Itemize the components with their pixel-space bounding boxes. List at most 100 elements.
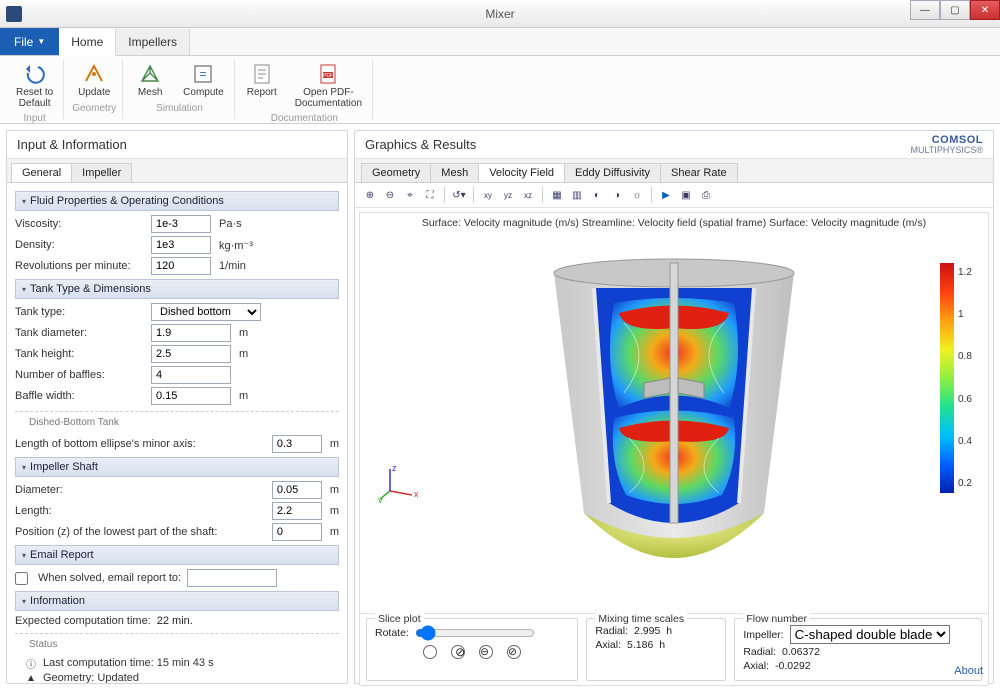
select-icon[interactable]: ▶	[657, 186, 675, 204]
slice-shape-icons: ⊘ ⊖ ⊘	[375, 645, 569, 659]
tank-height-input[interactable]	[151, 345, 231, 363]
scene-light-icon[interactable]: ☼	[628, 186, 646, 204]
update-button[interactable]: Update	[74, 60, 114, 101]
bottom-controls: Slice plot Rotate: ⊘ ⊖ ⊘ Mixing time sca…	[360, 613, 988, 685]
zoom-in-icon[interactable]: ⊕	[361, 186, 379, 204]
flow-radial-value: 0.06372	[782, 646, 820, 658]
rpm-input[interactable]	[151, 257, 211, 275]
report-icon	[250, 62, 274, 86]
density-input[interactable]	[151, 236, 211, 254]
report-button[interactable]: Report	[243, 60, 281, 111]
zoom-extents-icon[interactable]: ⛶	[421, 186, 439, 204]
section-fluid-header[interactable]: Fluid Properties & Operating Conditions	[15, 191, 339, 211]
close-button[interactable]: ✕	[970, 0, 1000, 20]
app-icon	[6, 6, 22, 22]
shaft-diameter-label: Diameter:	[15, 484, 266, 496]
flow-impeller-select[interactable]: C-shaped double blade 1	[790, 625, 950, 644]
section-tank-header[interactable]: Tank Type & Dimensions	[15, 279, 339, 299]
email-checkbox[interactable]	[15, 572, 28, 585]
window-titlebar: Mixer — ▢ ✕	[0, 0, 1000, 28]
view-xz-icon[interactable]: xz	[519, 186, 537, 204]
svg-text:z: z	[392, 463, 397, 473]
ribbon-group-simulation: Mesh = Compute Simulation	[125, 60, 235, 119]
section-shaft-header[interactable]: Impeller Shaft	[15, 457, 339, 477]
chevron-down-icon: ▼	[37, 37, 45, 46]
ellipse-label: Length of bottom ellipse's minor axis:	[15, 438, 266, 450]
view-yz-icon[interactable]: yz	[499, 186, 517, 204]
geometry-status-text: Geometry: Updated	[43, 672, 139, 683]
tab-eddy-diffusivity[interactable]: Eddy Diffusivity	[564, 163, 661, 182]
maximize-button[interactable]: ▢	[940, 0, 970, 20]
view-xy-icon[interactable]: xy	[479, 186, 497, 204]
baffle-width-input[interactable]	[151, 387, 231, 405]
colorbar-ticks: 1.2 1 0.8 0.6 0.4 0.2	[954, 263, 972, 493]
rotate-icon[interactable]: ↺▾	[450, 186, 468, 204]
plot-area[interactable]: Surface: Velocity magnitude (m/s) Stream…	[359, 212, 989, 686]
tab-mesh-result[interactable]: Mesh	[430, 163, 479, 182]
ribbon-group-geometry: Update Geometry	[66, 60, 123, 119]
ellipse-h-icon[interactable]: ⊖	[479, 645, 493, 659]
tab-general[interactable]: General	[11, 163, 72, 182]
tab-impellers[interactable]: Impellers	[116, 29, 190, 56]
lighting2-icon[interactable]: ◑	[608, 186, 626, 204]
window-controls: — ▢ ✕	[910, 0, 1000, 20]
tab-shear-rate[interactable]: Shear Rate	[660, 163, 738, 182]
open-pdf-button[interactable]: PDF Open PDF- Documentation	[291, 60, 366, 111]
email-input[interactable]	[187, 569, 277, 587]
baffles-input[interactable]	[151, 366, 231, 384]
zoom-box-icon[interactable]: ⌖	[401, 186, 419, 204]
update-icon	[82, 62, 106, 86]
shaft-posz-label: Position (z) of the lowest part of the s…	[15, 526, 266, 538]
about-link[interactable]: About	[954, 665, 983, 677]
svg-text:=: =	[200, 67, 207, 81]
flow-axial-value: -0.0292	[775, 660, 811, 672]
email-label: When solved, email report to:	[38, 572, 181, 584]
reset-to-default-button[interactable]: Reset to Default	[12, 60, 57, 111]
tab-geometry-result[interactable]: Geometry	[361, 163, 431, 182]
rpm-unit: 1/min	[219, 260, 246, 272]
ellipse-v-icon[interactable]: ⊘	[507, 645, 521, 659]
mesh-button[interactable]: Mesh	[131, 60, 169, 101]
ribbon-group-documentation: Report PDF Open PDF- Documentation Docum…	[237, 60, 373, 119]
zoom-out-icon[interactable]: ⊖	[381, 186, 399, 204]
shaft-diameter-input[interactable]	[272, 481, 322, 499]
tab-impeller[interactable]: Impeller	[71, 163, 132, 182]
ribbon-group-input: Reset to Default Input	[6, 60, 64, 119]
tank-diameter-label: Tank diameter:	[15, 327, 145, 339]
ellipse-input[interactable]	[272, 435, 322, 453]
plot-canvas[interactable]: 1.2 1 0.8 0.6 0.4 0.2 x y z	[360, 233, 988, 613]
snapshot-icon[interactable]: ▣	[677, 186, 695, 204]
baffle-width-label: Baffle width:	[15, 390, 145, 402]
pdf-icon: PDF	[316, 62, 340, 86]
print-icon[interactable]: ⎙	[697, 186, 715, 204]
ribbon-group-label: Input	[24, 113, 46, 124]
transparency-icon[interactable]: ▦	[548, 186, 566, 204]
input-scroll[interactable]: Fluid Properties & Operating Conditions …	[7, 183, 347, 683]
ribbon-group-label: Geometry	[72, 103, 116, 114]
wireframe-icon[interactable]: ▥	[568, 186, 586, 204]
tab-home[interactable]: Home	[59, 29, 116, 56]
section-info-header[interactable]: Information	[15, 591, 339, 611]
shaft-length-input[interactable]	[272, 502, 322, 520]
compute-button[interactable]: = Compute	[179, 60, 228, 101]
tank-type-select[interactable]: Dished bottom	[151, 303, 261, 321]
result-tabs: Geometry Mesh Velocity Field Eddy Diffus…	[355, 159, 993, 183]
axes-gizmo: x y z	[378, 463, 418, 503]
colorbar-gradient	[940, 263, 954, 493]
file-menu-button[interactable]: File ▼	[0, 28, 59, 55]
input-panel-title: Input & Information	[7, 131, 347, 159]
viscosity-unit: Pa·s	[219, 218, 242, 230]
tab-velocity-field[interactable]: Velocity Field	[478, 163, 565, 182]
tank-type-label: Tank type:	[15, 306, 145, 318]
section-email-header[interactable]: Email Report	[15, 545, 339, 565]
ribbon: Reset to Default Input Update Geometry M…	[0, 56, 1000, 124]
viscosity-input[interactable]	[151, 215, 211, 233]
graphics-panel-title: Graphics & Results	[355, 131, 993, 159]
rotate-slider[interactable]	[415, 625, 535, 641]
main-area: Input & Information General Impeller Flu…	[0, 124, 1000, 690]
minimize-button[interactable]: —	[910, 0, 940, 20]
tank-diameter-input[interactable]	[151, 324, 231, 342]
circle-icon[interactable]	[423, 645, 437, 659]
shaft-posz-input[interactable]	[272, 523, 322, 541]
lighting-icon[interactable]: ◐	[588, 186, 606, 204]
